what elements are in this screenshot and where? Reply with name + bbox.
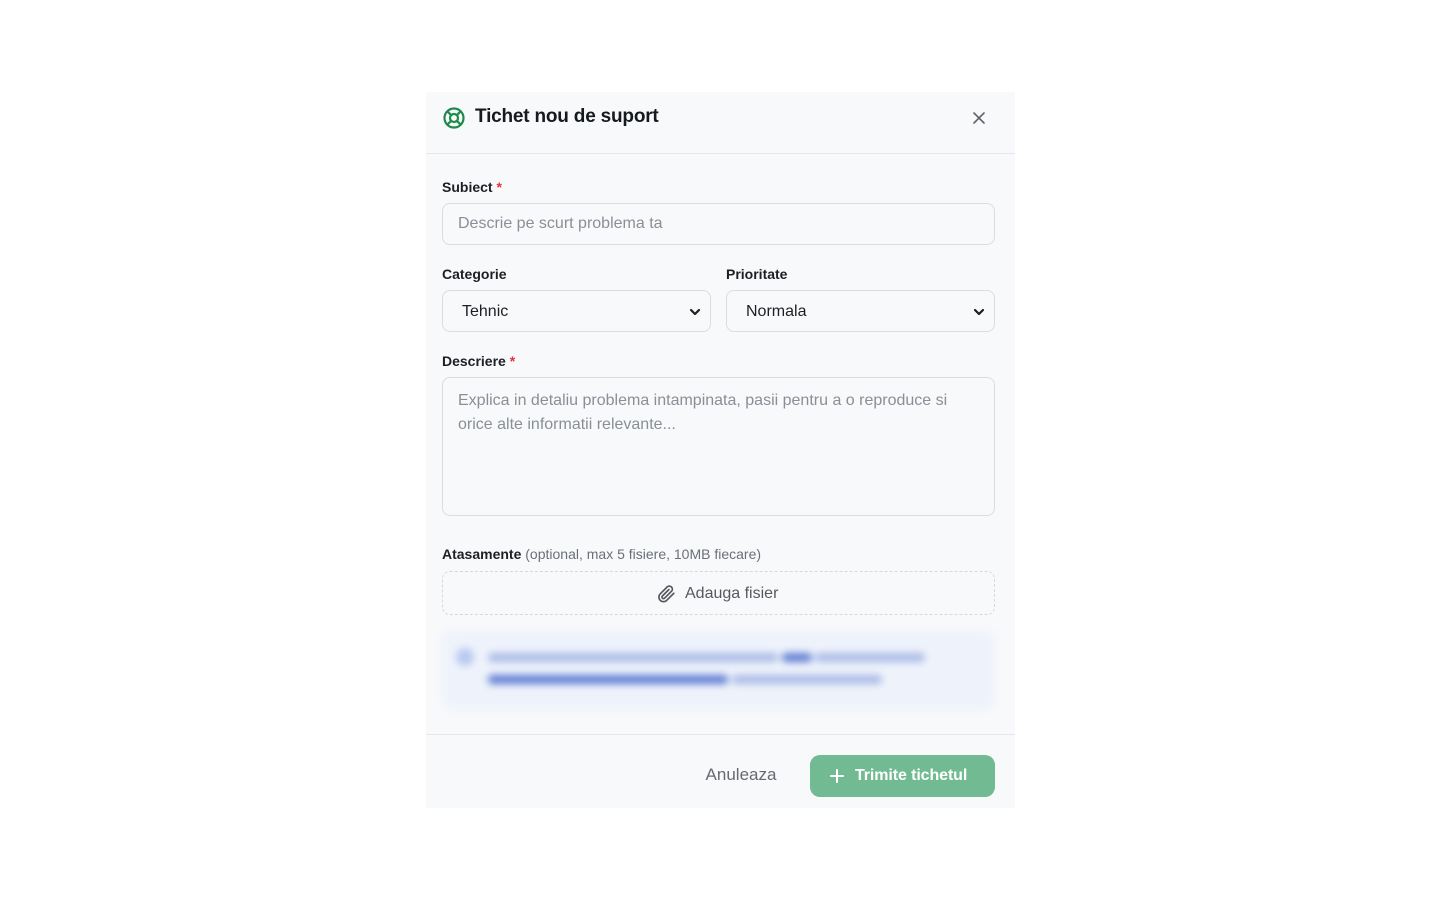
subject-label: Subiect * [442,178,502,196]
chevron-down-icon [689,308,701,316]
plus-icon [830,769,844,783]
subject-input[interactable] [442,203,995,245]
attachments-label: Atasamente (optional, max 5 fisiere, 10M… [442,545,761,563]
required-mark: * [496,179,502,195]
support-ticket-dialog: Tichet nou de suport Subiect * Categorie… [426,92,1015,808]
info-icon [456,648,474,666]
required-mark: * [509,353,516,369]
paperclip-icon [658,585,675,603]
notice-text-redacted [488,647,968,691]
add-file-label: Adauga fisier [685,585,779,602]
category-label: Categorie [442,266,507,282]
attachments-label-text: Atasamente [442,546,522,562]
chevron-down-icon [973,308,985,316]
description-label: Descriere * [442,352,515,370]
priority-label: Prioritate [726,266,788,282]
attachments-hint: (optional, max 5 fisiere, 10MB fiecare) [525,546,762,562]
category-select[interactable]: Tehnic [442,290,711,332]
close-icon [973,112,985,124]
priority-select[interactable]: Normala [726,290,995,332]
dialog-header: Tichet nou de suport [426,92,1015,154]
info-notice-blurred [442,630,995,710]
lifebuoy-icon [442,106,466,130]
description-label-text: Descriere [442,353,506,369]
category-selected-value: Tehnic [462,303,509,320]
dialog-footer: Anuleaza Trimite tichetul [426,734,1015,809]
priority-selected-value: Normala [746,303,807,320]
close-button[interactable] [967,106,991,130]
dialog-title: Tichet nou de suport [475,106,659,127]
description-textarea[interactable] [442,377,995,516]
submit-ticket-button[interactable]: Trimite tichetul [810,755,995,797]
subject-label-text: Subiect [442,179,493,195]
submit-ticket-label: Trimite tichetul [855,767,968,784]
add-file-button[interactable]: Adauga fisier [442,571,995,615]
cancel-button[interactable]: Anuleaza [693,755,789,795]
